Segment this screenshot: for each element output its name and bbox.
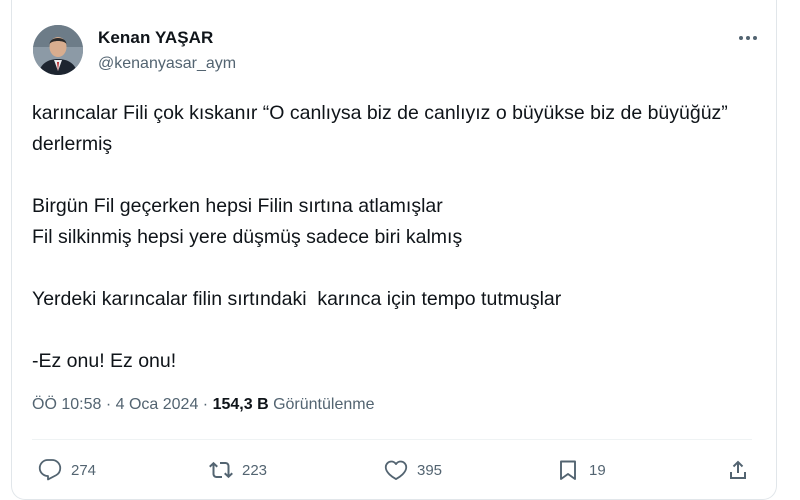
reply-button[interactable]: 274 xyxy=(38,455,96,485)
tweet-time[interactable]: ÖÖ 10:58 xyxy=(32,396,101,413)
tweet-paragraph: karıncalar Fili çok kıskanır “O canlıysa… xyxy=(32,102,734,155)
divider xyxy=(32,439,752,440)
repost-button[interactable]: 223 xyxy=(209,455,267,485)
more-options-icon[interactable] xyxy=(737,26,759,46)
tweet-paragraph: Yerdeki karıncalar filin sırtındaki karı… xyxy=(32,288,562,310)
heart-icon xyxy=(384,460,408,480)
author-handle[interactable]: @kenanyasar_aym xyxy=(98,55,236,73)
like-button[interactable]: 395 xyxy=(384,455,442,485)
repost-count: 223 xyxy=(242,461,268,479)
share-icon xyxy=(730,460,746,479)
meta-separator: · xyxy=(105,396,112,413)
reply-icon xyxy=(38,459,62,481)
views-label: Görüntülenme xyxy=(273,396,375,413)
tweet-text: karıncalar Fili çok kıskanır “O canlıysa… xyxy=(32,98,752,377)
like-count: 395 xyxy=(417,461,443,479)
tweet-paragraph: Birgün Fil geçerken hepsi Filin sırtına … xyxy=(32,195,463,248)
repost-icon xyxy=(209,461,233,479)
reply-count: 274 xyxy=(71,461,97,479)
bookmark-button[interactable]: 19 xyxy=(556,455,606,485)
share-button[interactable] xyxy=(726,455,759,485)
avatar[interactable] xyxy=(33,25,83,75)
author-name[interactable]: Kenan YAŞAR xyxy=(98,28,213,48)
avatar-image xyxy=(33,25,83,75)
meta-separator: · xyxy=(202,396,209,413)
tweet-paragraph: -Ez onu! Ez onu! xyxy=(32,350,177,372)
tweet-date[interactable]: 4 Oca 2024 xyxy=(116,396,199,413)
bookmark-count: 19 xyxy=(589,461,606,479)
tweet-meta: ÖÖ 10:58 · 4 Oca 2024 · 154,3 B Görüntül… xyxy=(32,396,374,414)
bookmark-icon xyxy=(560,460,576,480)
action-bar: 274 223 395 19 xyxy=(0,455,800,485)
view-count: 154,3 B xyxy=(212,396,269,413)
